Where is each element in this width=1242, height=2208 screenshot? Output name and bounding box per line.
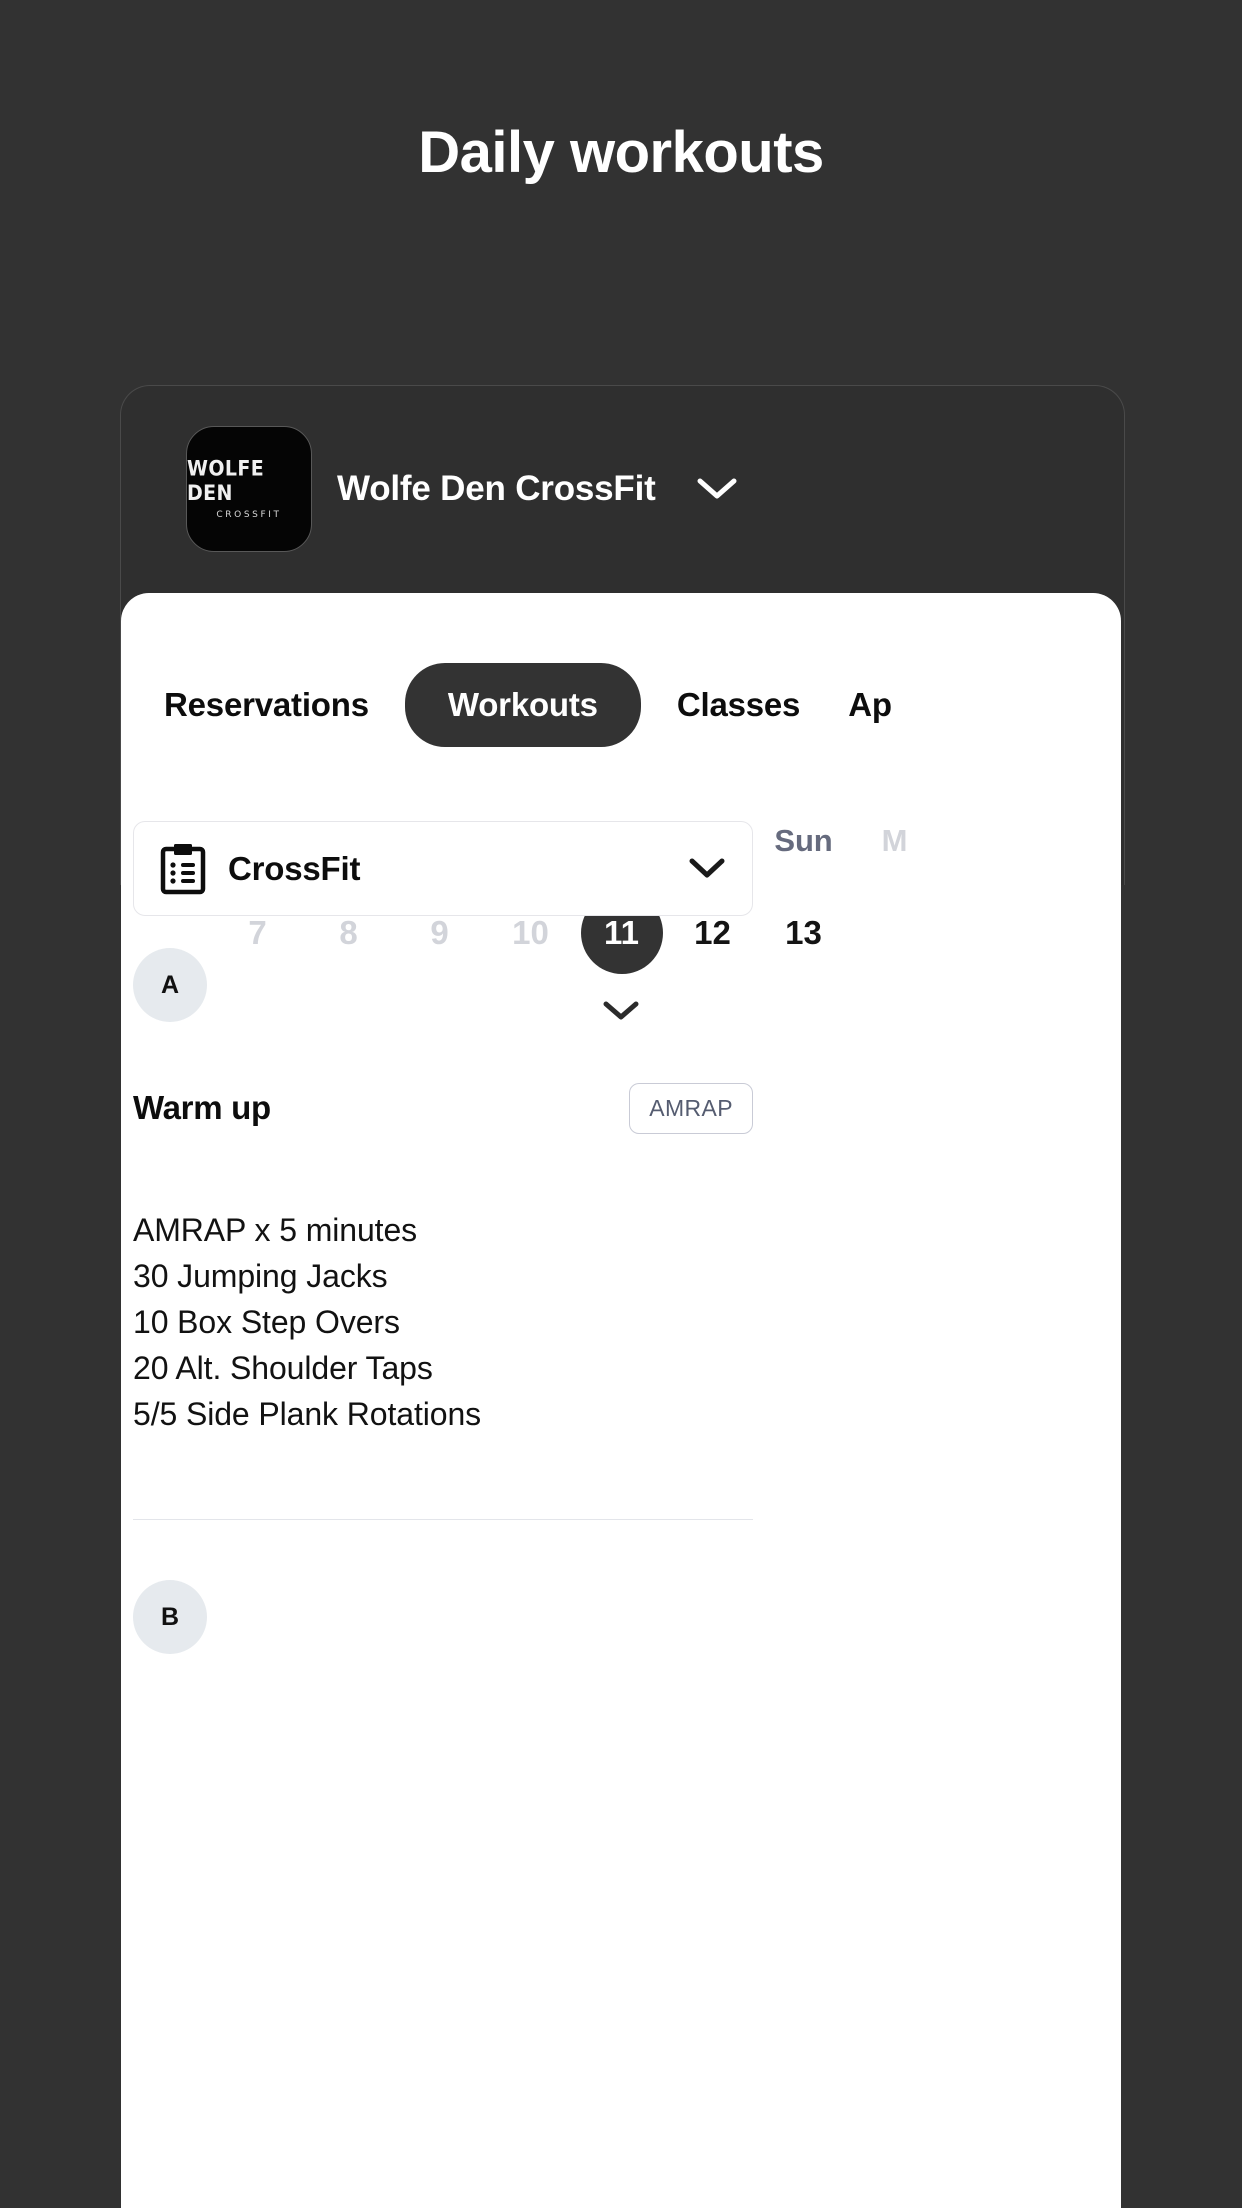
status-badge: AMRAP — [629, 1082, 753, 1134]
workout-line: 30 Jumping Jacks — [133, 1258, 388, 1294]
weekday-label-next: M — [881, 823, 908, 858]
content-sheet: Reservations Workouts Classes Ap n Mon T… — [121, 593, 1121, 2208]
program-selector[interactable]: CrossFit — [133, 821, 753, 916]
clipboard-list-icon — [160, 843, 206, 895]
workout-line: AMRAP x 5 minutes — [133, 1212, 418, 1248]
tab-appointments[interactable]: Ap — [848, 686, 892, 724]
tab-workouts[interactable]: Workouts — [404, 663, 641, 747]
brand-logo-top-text: WOLFE DEN — [187, 455, 265, 506]
brand-logo: WOLFE DEN CROSSFIT — [186, 426, 312, 552]
weekday-label-sun: Sun — [774, 823, 833, 858]
screen-root: Daily workouts WOLFE DEN CROSSFIT Wolfe … — [0, 0, 1242, 2208]
workout-line: 5/5 Side Plank Rotations — [133, 1396, 482, 1432]
tab-reservations[interactable]: Reservations — [164, 686, 369, 724]
workout-section-a: A Warm up AMRAP AMRAP x 5 minutes 30 Jum… — [133, 948, 1093, 1520]
brand-name: Wolfe Den CrossFit — [337, 469, 656, 508]
brand-logo-bottom-text: CROSSFIT — [216, 509, 282, 520]
tab-classes[interactable]: Classes — [677, 686, 801, 724]
tab-bar: Reservations Workouts Classes Ap — [121, 655, 1121, 755]
section-body: AMRAP x 5 minutes 30 Jumping Jacks 10 Bo… — [133, 1207, 1093, 1437]
page-title: Daily workouts — [418, 120, 824, 185]
workout-sections: A Warm up AMRAP AMRAP x 5 minutes 30 Jum… — [133, 948, 1093, 1654]
section-divider — [133, 1519, 753, 1520]
workout-line: 10 Box Step Overs — [133, 1304, 400, 1340]
program-label: CrossFit — [228, 849, 361, 887]
chevron-down-icon[interactable] — [697, 477, 737, 501]
section-badge: B — [133, 1580, 207, 1654]
section-title: Warm up — [133, 1089, 271, 1126]
section-header: Warm up AMRAP — [133, 1079, 753, 1137]
workout-line: 20 Alt. Shoulder Taps — [133, 1350, 433, 1386]
workout-section-b: B — [133, 1580, 1093, 1654]
brand-selector[interactable]: WOLFE DEN CROSSFIT Wolfe Den CrossFit — [186, 426, 737, 552]
chevron-down-icon[interactable] — [688, 857, 726, 880]
section-badge: A — [133, 948, 207, 1022]
